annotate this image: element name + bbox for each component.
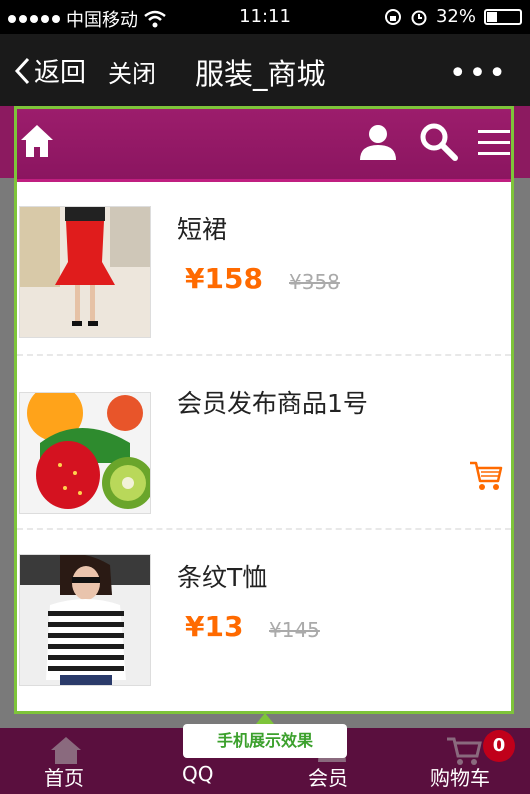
back-button[interactable]: 返回: [14, 52, 86, 89]
phone-preview: 短裙 ¥158 ¥358 会员发布商品1号 条纹T恤 ¥13 ¥145: [14, 106, 514, 714]
more-button[interactable]: •••: [449, 56, 508, 91]
user-icon[interactable]: [359, 123, 397, 161]
add-to-cart-icon[interactable]: [469, 460, 503, 492]
page-title: 服装_商城: [195, 57, 326, 91]
nav-member-label: 会员: [308, 766, 348, 790]
back-label: 返回: [34, 58, 87, 88]
product-image-fruit[interactable]: [19, 392, 151, 514]
status-bar: 中国移动 11:11 32%: [0, 0, 530, 34]
home-icon: [51, 737, 81, 764]
product-item[interactable]: 短裙 ¥158 ¥358: [17, 182, 511, 356]
battery-percent: 32%: [435, 6, 476, 27]
battery-icon: [484, 8, 522, 25]
navigation-bar: 返回 关闭 服装_商城 •••: [0, 34, 530, 106]
product-price: ¥158: [185, 262, 263, 295]
nav-cart-label: 购物车: [430, 766, 490, 790]
product-original-price: ¥358: [289, 270, 340, 294]
product-name[interactable]: 条纹T恤: [177, 558, 267, 594]
nav-home-label: 首页: [44, 766, 84, 790]
shop-header: [17, 109, 511, 182]
rotation-lock-icon: [384, 8, 401, 25]
preview-tooltip: 手机展示效果: [183, 724, 347, 758]
product-name[interactable]: 短裙: [177, 210, 227, 246]
nav-qq-label: QQ: [182, 762, 214, 786]
alarm-icon: [411, 10, 427, 25]
product-name[interactable]: 会员发布商品1号: [177, 384, 368, 420]
product-image-striped-tshirt[interactable]: [19, 554, 151, 686]
menu-icon[interactable]: [478, 129, 510, 157]
cart-count-badge: 0: [483, 730, 515, 762]
tooltip-arrow: [256, 713, 274, 724]
product-price: ¥13: [185, 610, 244, 643]
product-image-skirt[interactable]: [19, 206, 151, 338]
product-original-price: ¥145: [269, 618, 320, 642]
chevron-left-icon: [14, 57, 30, 84]
close-button[interactable]: 关闭: [108, 54, 156, 89]
product-item[interactable]: 条纹T恤 ¥13 ¥145: [17, 530, 511, 702]
product-item[interactable]: 会员发布商品1号: [17, 356, 511, 530]
home-icon[interactable]: [20, 123, 54, 159]
search-icon[interactable]: [418, 121, 458, 161]
